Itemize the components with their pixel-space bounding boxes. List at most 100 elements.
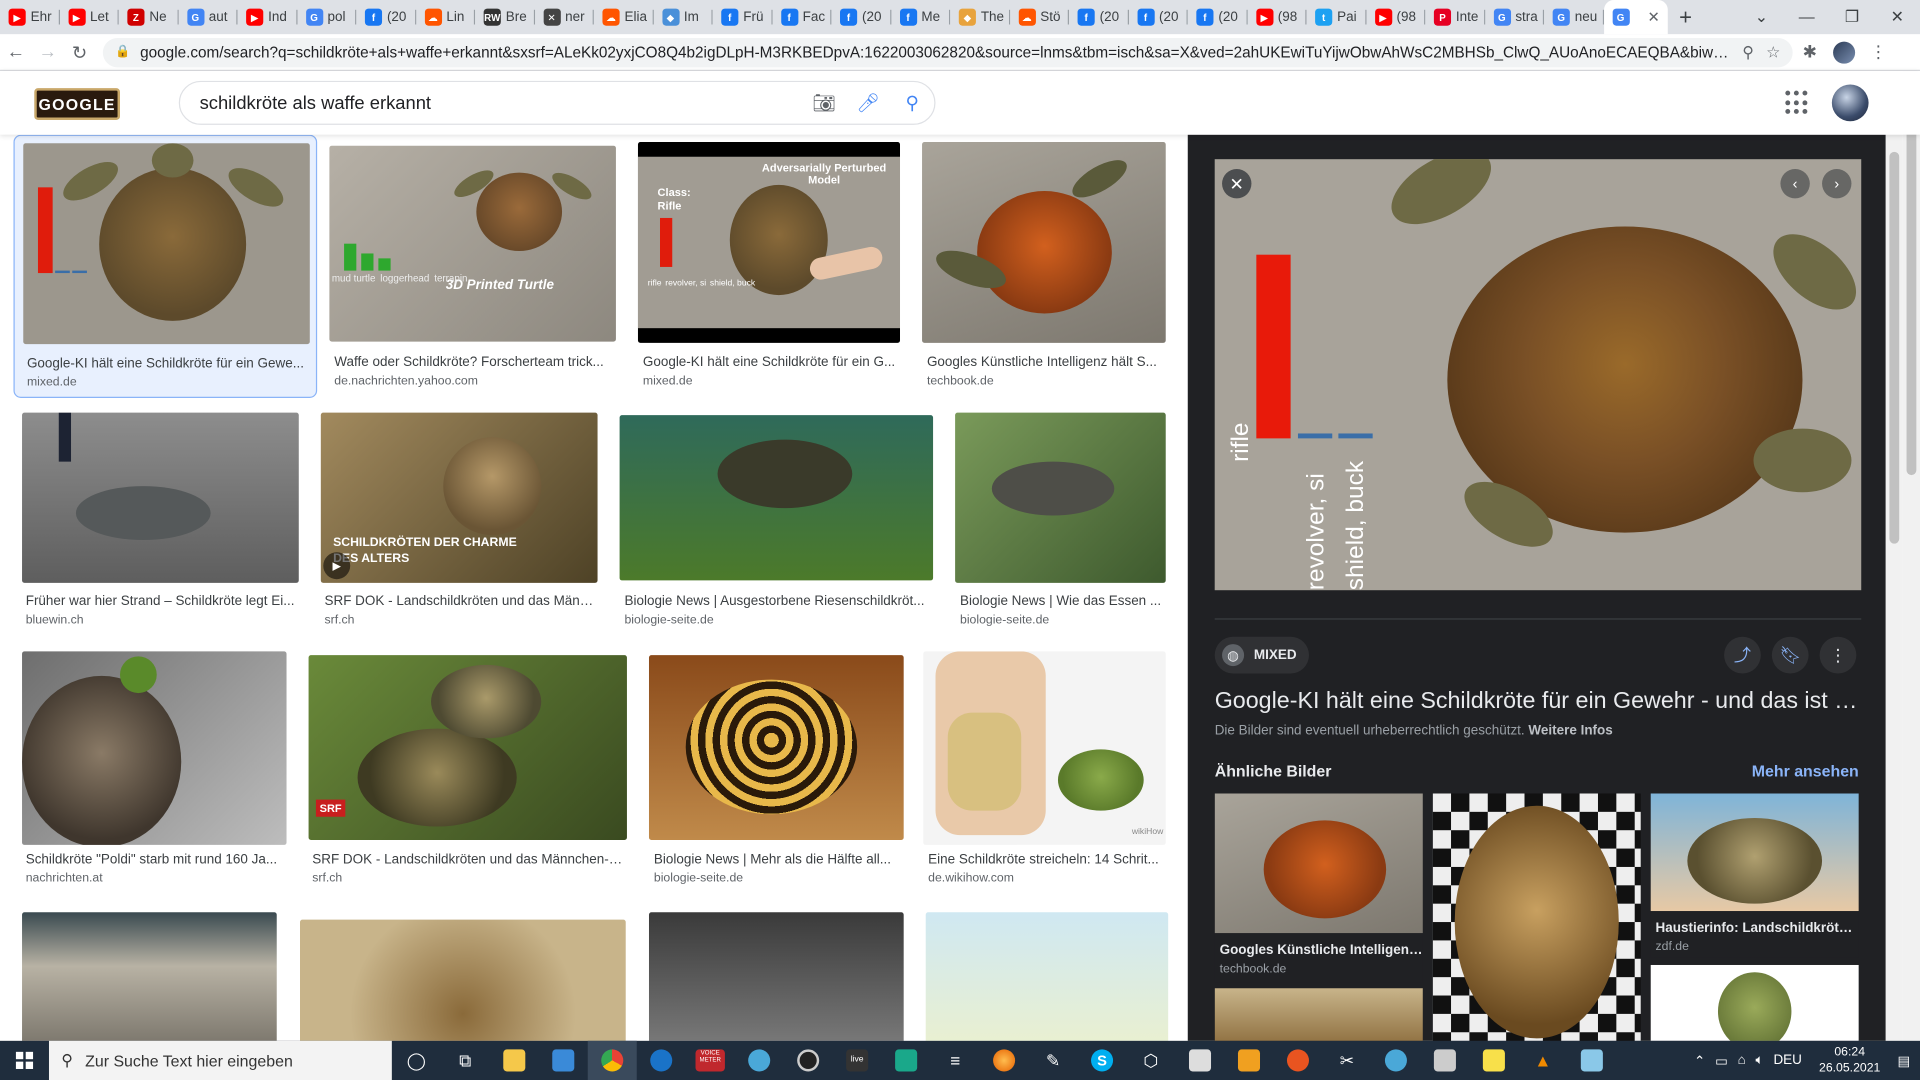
result-title[interactable]: Waffe oder Schildkröte? Forscherteam tri… (334, 355, 613, 370)
cube-icon[interactable]: ⬡ (1127, 1041, 1176, 1080)
result-title[interactable]: Biologie News | Ausgestorbene Riesenschi… (624, 594, 930, 609)
browser-tab[interactable]: f (20 (1128, 0, 1188, 34)
see-more-link[interactable]: Mehr ansehen (1752, 762, 1859, 780)
address-bar[interactable]: 🔒 google.com/search?q=schildkröte+als+wa… (102, 37, 1793, 67)
similar-thumbnail[interactable] (1214, 988, 1423, 1041)
source-chip[interactable]: ◍ MIXED (1214, 636, 1309, 674)
app-icon[interactable] (1420, 1041, 1469, 1080)
battery-icon[interactable]: ▭ (1715, 1052, 1728, 1069)
browser-tab[interactable]: Gstra (1485, 0, 1544, 34)
forward-icon[interactable]: → (32, 42, 64, 63)
browser-tab[interactable]: f (20 (831, 0, 891, 34)
result-thumbnail[interactable] (22, 912, 277, 1041)
preview-title[interactable]: Google-KI hält eine Schildkröte für ein … (1215, 688, 1864, 715)
cortana-icon[interactable]: ◯ (392, 1041, 441, 1080)
result-card[interactable]: wikiHow Eine Schildkröte streicheln: 14 … (915, 647, 1175, 892)
result-thumbnail[interactable] (23, 143, 310, 345)
language-indicator[interactable]: DEU (1773, 1053, 1801, 1068)
result-source[interactable]: de.wikihow.com (928, 872, 1014, 885)
live-icon[interactable]: live (833, 1041, 882, 1080)
similar-title[interactable]: Haustierinfo: Landschildkröten ... (1656, 921, 1859, 936)
similar-image-card[interactable]: Haustierinfo: Landschildkröten ... zdf.d… (1650, 793, 1859, 958)
result-thumbnail[interactable] (648, 655, 904, 841)
app-icon[interactable] (1371, 1041, 1420, 1080)
ubuntu-icon[interactable] (1273, 1041, 1322, 1080)
store-icon[interactable] (539, 1041, 588, 1080)
app-icon[interactable] (735, 1041, 784, 1080)
similar-thumbnail[interactable] (1214, 793, 1423, 934)
browser-tab[interactable]: ▶ Ind (238, 0, 297, 34)
result-card[interactable]: Googles Künstliche Intelligenz hält S...… (913, 135, 1175, 398)
voicemeeter-icon[interactable]: VOICE METER (686, 1041, 735, 1080)
panel-scrollbar[interactable] (1885, 134, 1903, 1041)
panel-scrollbar-thumb[interactable] (1889, 151, 1900, 544)
next-image-icon[interactable]: › (1822, 168, 1852, 199)
play-icon[interactable]: ▶ (323, 552, 351, 580)
camera-icon[interactable]: 📷︎ (802, 92, 846, 114)
result-card[interactable]: SRF SRF DOK - Landschildkröten und das M… (300, 647, 637, 892)
new-tab-button[interactable]: + (1667, 0, 1704, 34)
maximize-icon[interactable]: ❐ (1829, 0, 1874, 34)
browser-tab[interactable]: f (20 (1069, 0, 1128, 34)
close-window-icon[interactable]: ✕ (1875, 0, 1920, 34)
lock-icon[interactable]: 🔒 (115, 45, 130, 58)
browser-tab[interactable]: ▶ (98 (1247, 0, 1306, 34)
result-thumbnail[interactable]: wikiHow (923, 651, 1166, 845)
url-text[interactable]: google.com/search?q=schildkröte+als+waff… (140, 43, 1730, 60)
skype-icon[interactable]: S (1078, 1041, 1127, 1080)
app-icon[interactable] (1225, 1041, 1274, 1080)
previous-image-icon[interactable]: ‹ (1780, 168, 1810, 199)
result-source[interactable]: srf.ch (324, 613, 354, 626)
result-card[interactable]: Schildkröte "Poldi" starb mit rund 160 J… (13, 647, 295, 892)
result-card[interactable]: Biologie News | Mehr als die Hälfte all.… (640, 647, 912, 892)
google-account-avatar[interactable] (1831, 84, 1869, 122)
result-card[interactable]: SCHILDKRÖTEN DER CHARME DES ALTERS ▶ SRF… (312, 407, 606, 635)
start-button[interactable] (0, 1041, 49, 1080)
chrome-icon[interactable] (587, 1040, 637, 1080)
notification-icon[interactable]: ▤ (1897, 1052, 1910, 1069)
tray-chevron-icon[interactable]: ⌃ (1694, 1052, 1705, 1069)
browser-tab[interactable]: f Fac (772, 0, 831, 34)
browser-tab[interactable]: Gneu (1544, 0, 1603, 34)
taskbar-search-placeholder[interactable]: Zur Suche Text hier eingeben (85, 1051, 293, 1069)
result-card[interactable] (917, 906, 1177, 1041)
similar-image-card[interactable]: Googles Künstliche Intelligenz ... techb… (1214, 793, 1423, 983)
result-card[interactable] (291, 913, 636, 1041)
app-icon[interactable] (637, 1041, 686, 1080)
result-title[interactable]: Biologie News | Mehr als die Hälfte all.… (654, 852, 904, 867)
browser-tab[interactable]: RW Bre (475, 0, 534, 34)
result-source[interactable]: mixed.de (27, 376, 77, 389)
network-icon[interactable]: ⌂ (1738, 1053, 1746, 1068)
pen-icon[interactable]: ✎ (1029, 1041, 1078, 1080)
result-source[interactable]: biologie-seite.de (960, 613, 1049, 626)
browser-tab[interactable]: ◆ The (950, 0, 1009, 34)
search-icon[interactable]: ⚲ (890, 92, 934, 114)
result-title[interactable]: Schildkröte "Poldi" starb mit rund 160 J… (26, 852, 286, 867)
result-card[interactable]: Google-KI hält eine Schildkröte für ein … (13, 134, 318, 398)
browser-tab[interactable]: Gpol (297, 0, 356, 34)
browser-tab[interactable]: ▶ Let (59, 0, 119, 34)
close-preview-icon[interactable]: ✕ (1222, 168, 1252, 199)
result-thumbnail[interactable]: 3D Printed Turtle mud turtle loggerhead … (329, 145, 616, 342)
browser-tab[interactable]: f Frü (713, 0, 772, 34)
similar-title[interactable]: Googles Künstliche Intelligenz ... (1220, 943, 1423, 958)
result-title[interactable]: Googles Künstliche Intelligenz hält S... (927, 355, 1165, 370)
result-thumbnail[interactable] (22, 412, 299, 583)
browser-tab[interactable]: t Pai (1307, 0, 1366, 34)
app-icon[interactable] (1176, 1041, 1225, 1080)
page-scrollbar-thumb[interactable] (1906, 107, 1917, 476)
active-browser-tab[interactable]: G ✕ (1603, 0, 1668, 35)
result-thumbnail[interactable]: SRF (308, 655, 627, 841)
google-doodle-logo[interactable]: GOOGLE (34, 88, 121, 121)
save-bookmark-icon[interactable]: 🔖︎ (1771, 636, 1809, 674)
result-title[interactable]: Google-KI hält eine Schildkröte für ein … (643, 355, 898, 370)
more-options-icon[interactable]: ⋮ (1819, 636, 1857, 674)
result-source[interactable]: nachrichten.at (26, 872, 103, 885)
result-card[interactable] (13, 906, 282, 1041)
result-thumbnail[interactable] (619, 415, 934, 581)
result-thumbnail[interactable] (925, 912, 1169, 1041)
browser-menu-icon[interactable]: ⋮ (1861, 42, 1895, 63)
result-thumbnail[interactable]: SCHILDKRÖTEN DER CHARME DES ALTERS ▶ (320, 412, 598, 583)
browser-tab[interactable]: ☁ Elia (594, 0, 653, 34)
result-title[interactable]: Google-KI hält eine Schildkröte für ein … (27, 356, 306, 371)
